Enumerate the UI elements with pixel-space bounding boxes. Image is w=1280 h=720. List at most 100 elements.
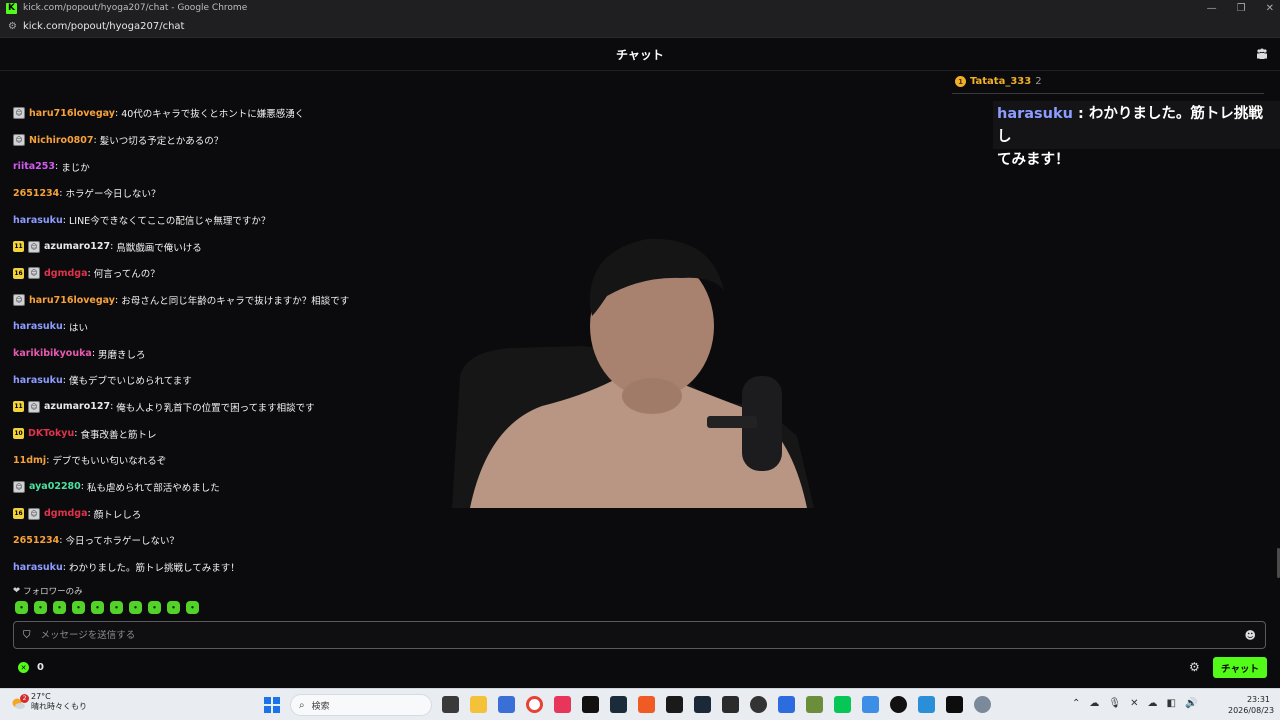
weather-widget[interactable]: 2 27°C 晴れ時々くもり (10, 692, 87, 712)
user-badge-icon[interactable]: ☺ (28, 240, 40, 253)
subscriber-badge-icon[interactable]: 11 (13, 241, 24, 253)
line-icon[interactable] (834, 696, 851, 713)
user-badge-icon[interactable]: ☺ (13, 294, 25, 307)
emote-icon[interactable]: • (148, 601, 161, 614)
app-icon[interactable] (778, 696, 795, 713)
restore-icon[interactable]: ❐ (1237, 3, 1246, 14)
quick-emote-bar[interactable]: • • • • • • • • • • (15, 601, 199, 614)
kick-points[interactable]: ✕ 0 (18, 662, 44, 673)
chat-username[interactable]: harasuku (13, 562, 63, 573)
shield-icon[interactable]: ⛉ (23, 630, 31, 641)
chat-username[interactable]: haru716lovegay (29, 108, 115, 119)
taskbar-search[interactable]: ⌕ 検索 (290, 694, 432, 716)
chat-username[interactable]: 11dmj (13, 455, 46, 466)
task-view-icon[interactable] (442, 696, 459, 713)
chat-message-text: 髪いつ切る予定とかあるの？ (99, 136, 224, 148)
taskbar-apps (442, 696, 991, 713)
app-icon[interactable] (722, 696, 739, 713)
settings-gear-icon[interactable]: ⚙ (1189, 660, 1200, 674)
file-explorer-icon[interactable] (470, 696, 487, 713)
emote-icon[interactable]: • (110, 601, 123, 614)
subscriber-badge-icon[interactable]: 10 (13, 428, 24, 440)
steam-icon[interactable] (694, 696, 711, 713)
app-icon[interactable] (498, 696, 515, 713)
user-badge-icon[interactable]: ☺ (13, 107, 25, 120)
browser-titlebar: K kick.com/popout/hyoga207/chat - Google… (0, 0, 1280, 16)
chat-username[interactable]: haru716lovegay (29, 295, 115, 306)
app-icon[interactable] (610, 696, 627, 713)
chat-username[interactable]: azumaro127 (44, 241, 110, 252)
subscriber-badge-icon[interactable]: 16 (13, 508, 24, 520)
kick-points-count: 0 (37, 662, 44, 673)
chat-message-text: 今日ってホラゲーしない？ (65, 536, 180, 548)
emote-icon[interactable]: • (167, 601, 180, 614)
site-settings-icon[interactable]: ⚙ (8, 21, 17, 32)
chat-input-box[interactable]: ⛉ ☻ (13, 621, 1266, 649)
emote-icon[interactable]: • (34, 601, 47, 614)
emote-icon[interactable]: • (129, 601, 142, 614)
tiktok-icon[interactable] (582, 696, 599, 713)
start-button[interactable] (264, 697, 280, 713)
minimize-icon[interactable]: — (1207, 3, 1217, 14)
unreal-icon[interactable] (890, 696, 907, 713)
users-icon[interactable] (1256, 48, 1268, 62)
user-badge-icon[interactable]: ☺ (28, 400, 40, 413)
app-icon[interactable] (862, 696, 879, 713)
app-icon[interactable] (666, 696, 683, 713)
chat-username[interactable]: karikibikyouka (13, 348, 92, 359)
heart-icon: ❤ (13, 586, 21, 596)
speaker-icon[interactable]: 🔊 (1185, 698, 1197, 709)
subscriber-badge-icon[interactable]: 16 (13, 267, 24, 279)
emote-icon[interactable]: • (91, 601, 104, 614)
chat-username[interactable]: azumaro127 (44, 401, 110, 412)
chat-username[interactable]: harasuku (13, 375, 63, 386)
close-icon[interactable]: ✕ (1266, 3, 1274, 14)
user-badge-icon[interactable]: ☺ (28, 267, 40, 280)
emote-icon[interactable]: • (186, 601, 199, 614)
chat-message-text: 食事改善と筋トレ (80, 429, 157, 441)
user-badge-icon[interactable]: ☺ (28, 507, 40, 520)
wifi-icon[interactable]: ◧ (1166, 698, 1175, 709)
follower-only-notice: ❤ フォロワーのみ (13, 585, 83, 597)
chat-input[interactable] (40, 629, 1245, 641)
obs-icon[interactable] (750, 696, 767, 713)
app-icon[interactable] (554, 696, 571, 713)
clock[interactable]: 23:31 2026/08/23 (1228, 694, 1274, 716)
address-bar[interactable]: ⚙ kick.com/popout/hyoga207/chat (0, 16, 1280, 38)
subscriber-badge-icon[interactable]: 11 (13, 401, 24, 413)
user-badge-icon[interactable]: ☺ (13, 480, 25, 493)
gift-count: 2 (1035, 76, 1042, 87)
chat-username[interactable]: aya02280 (29, 481, 81, 492)
chat-username[interactable]: dgmdga (44, 268, 88, 279)
chat-username[interactable]: riita253 (13, 161, 55, 172)
close-icon[interactable]: ✕ (1130, 698, 1138, 709)
chat-username[interactable]: dgmdga (44, 508, 88, 519)
chat-username[interactable]: harasuku (13, 215, 63, 226)
app-icon[interactable] (918, 696, 935, 713)
app-icon[interactable] (946, 696, 963, 713)
microphone-icon[interactable]: 🎙 (1108, 698, 1121, 709)
chat-username[interactable]: 2651234 (13, 188, 59, 199)
chrome-icon[interactable] (526, 696, 543, 713)
emote-icon[interactable]: • (53, 601, 66, 614)
settings-icon[interactable] (974, 696, 991, 713)
minecraft-icon[interactable] (806, 696, 823, 713)
emote-icon[interactable]: • (15, 601, 28, 614)
chat-username[interactable]: DKTokyu (28, 428, 74, 439)
onedrive-icon[interactable]: ☁ (1147, 698, 1157, 709)
url-text[interactable]: kick.com/popout/hyoga207/chat (23, 21, 185, 32)
user-badge-icon[interactable]: ☺ (13, 134, 25, 147)
gifter-name[interactable]: Tatata_333 (970, 76, 1031, 87)
chat-username[interactable]: harasuku (13, 321, 63, 332)
chat-username[interactable]: 2651234 (13, 535, 59, 546)
emoji-picker-icon[interactable]: ☻ (1245, 629, 1256, 642)
top-gifter[interactable]: 1 Tatata_333 2 (955, 76, 1042, 87)
cloud-icon[interactable]: ☁ (1089, 698, 1099, 709)
chat-username[interactable]: Nichiro0807 (29, 135, 94, 146)
message-separator: : (62, 321, 66, 333)
send-chat-button[interactable]: チャット (1213, 657, 1267, 678)
kick-logo-icon: K (6, 2, 17, 14)
emote-icon[interactable]: • (72, 601, 85, 614)
brave-icon[interactable] (638, 696, 655, 713)
chevron-up-icon[interactable]: ⌃ (1072, 698, 1080, 709)
